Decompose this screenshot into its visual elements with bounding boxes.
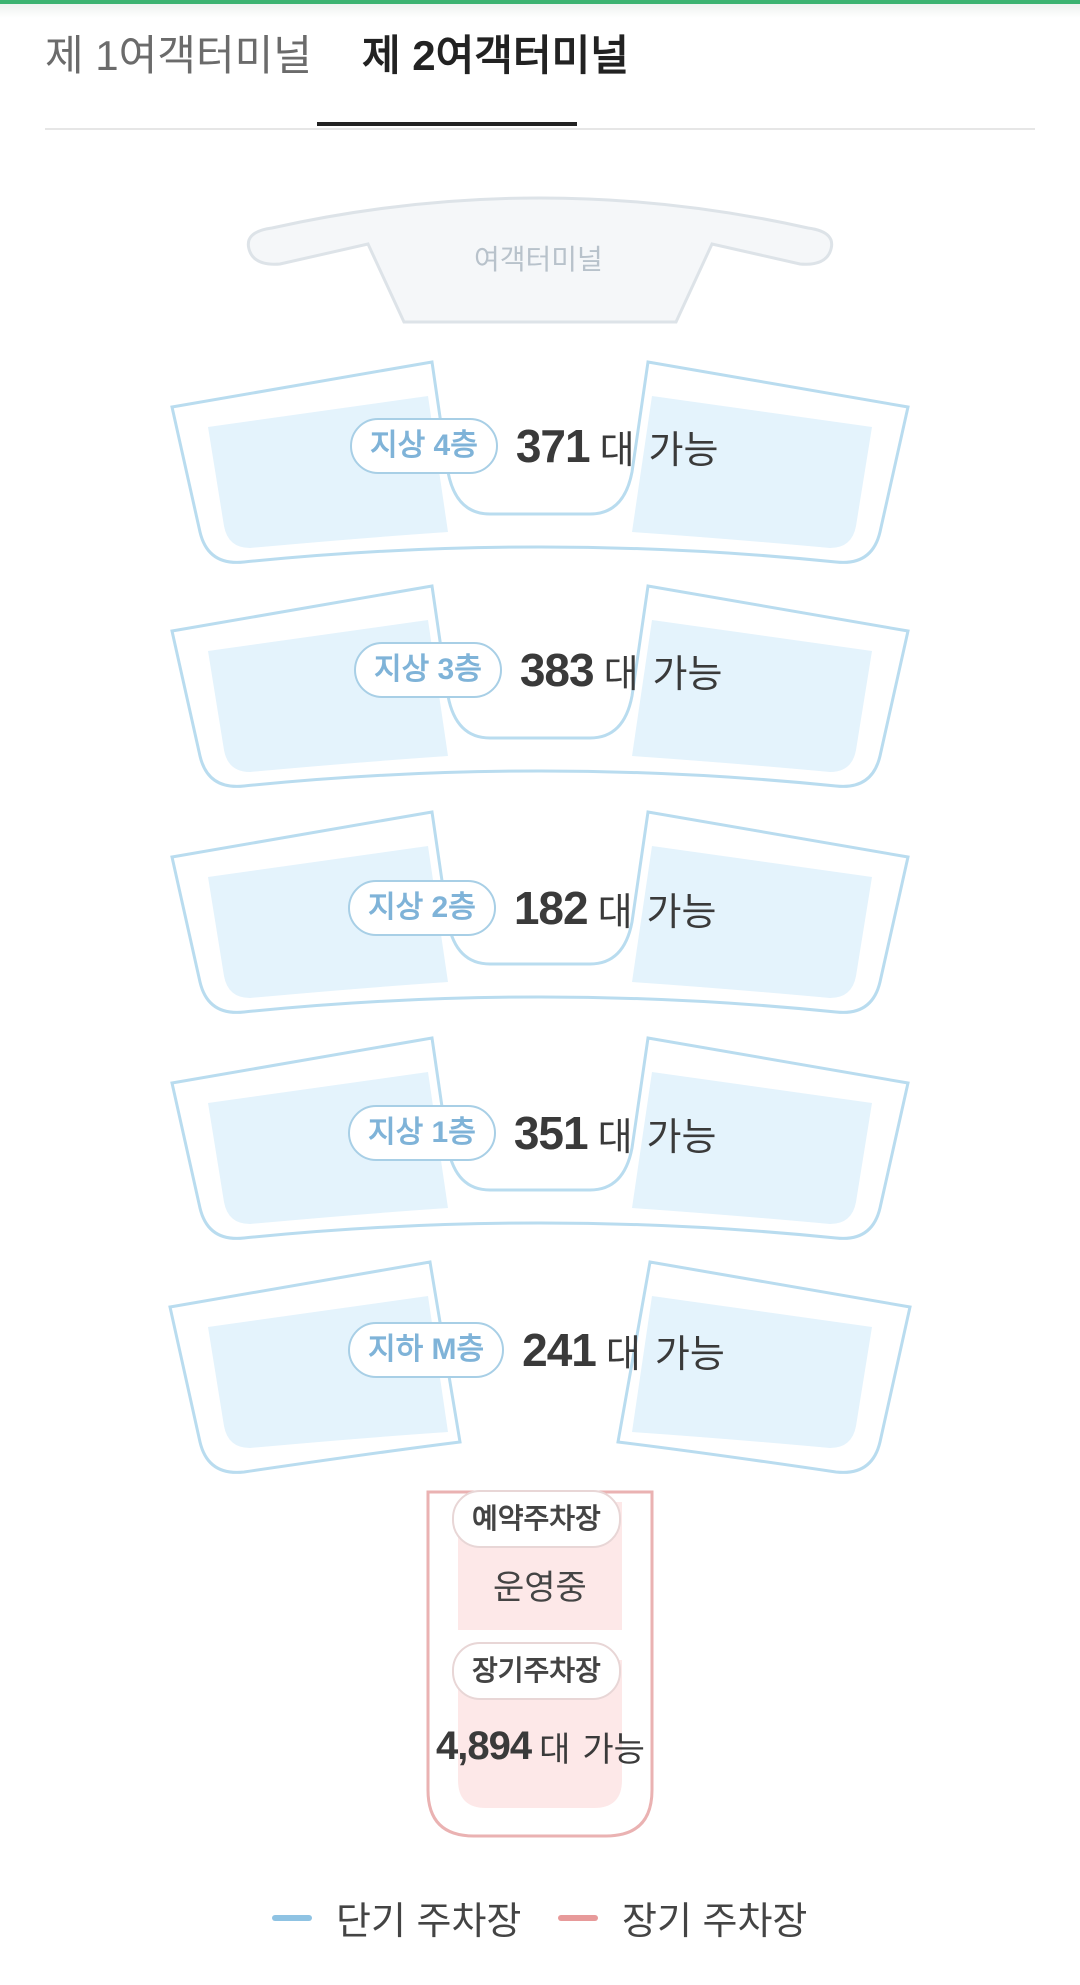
floor-row-2f[interactable]: 지상 2층 182 대 가능 <box>348 880 716 936</box>
count-unit: 대 <box>605 1333 641 1376</box>
long-term-line-icon <box>558 1914 598 1921</box>
floor-badge: 지상 3층 <box>354 642 502 698</box>
legend-short-term: 단기 주차장 <box>272 1890 521 1945</box>
floor-row-3f[interactable]: 지상 3층 383 대 가능 <box>354 642 722 698</box>
long-term-count: 4,894 <box>436 1724 532 1768</box>
count-unit: 대 <box>597 891 633 934</box>
availability-status: 가능 <box>582 1731 645 1769</box>
reserved-parking-status: 운영중 <box>493 1569 587 1607</box>
long-term-parking-count-row: 4,894 대 가능 <box>436 1722 645 1771</box>
legend-long-term: 장기 주차장 <box>558 1890 807 1945</box>
available-count: 383 <box>519 644 595 696</box>
availability-status: 가능 <box>652 653 723 696</box>
legend-label: 단기 주차장 <box>336 1901 522 1943</box>
floor-badge: 지상 1층 <box>348 1105 496 1161</box>
available-count: 371 <box>515 420 591 472</box>
available-count: 182 <box>513 882 589 934</box>
available-count: 351 <box>513 1107 589 1159</box>
long-term-parking-badge[interactable]: 장기주차장 <box>452 1642 621 1700</box>
available-count: 241 <box>522 1324 597 1376</box>
count-unit: 대 <box>597 1116 633 1159</box>
floor-row-m[interactable]: 지하 M층 241 대 가능 <box>348 1322 725 1378</box>
count-unit: 대 <box>539 1731 571 1769</box>
floor-badge: 지하 M층 <box>348 1322 505 1378</box>
legend-label: 장기 주차장 <box>622 1901 808 1943</box>
floor-badge: 지상 2층 <box>348 880 496 936</box>
availability-status: 가능 <box>646 891 717 934</box>
terminal-label: 여객터미널 <box>474 244 603 275</box>
availability-status: 가능 <box>654 1333 725 1376</box>
floor-badge: 지상 4층 <box>350 418 498 474</box>
floor-row-4f[interactable]: 지상 4층 371 대 가능 <box>350 418 718 474</box>
availability-status: 가능 <box>646 1116 717 1159</box>
availability-status: 가능 <box>648 429 719 472</box>
floor-row-1f[interactable]: 지상 1층 351 대 가능 <box>348 1105 716 1161</box>
count-unit: 대 <box>603 653 639 696</box>
reserved-parking-badge[interactable]: 예약주차장 <box>452 1490 621 1548</box>
count-unit: 대 <box>599 429 635 472</box>
short-term-line-icon <box>272 1914 312 1921</box>
